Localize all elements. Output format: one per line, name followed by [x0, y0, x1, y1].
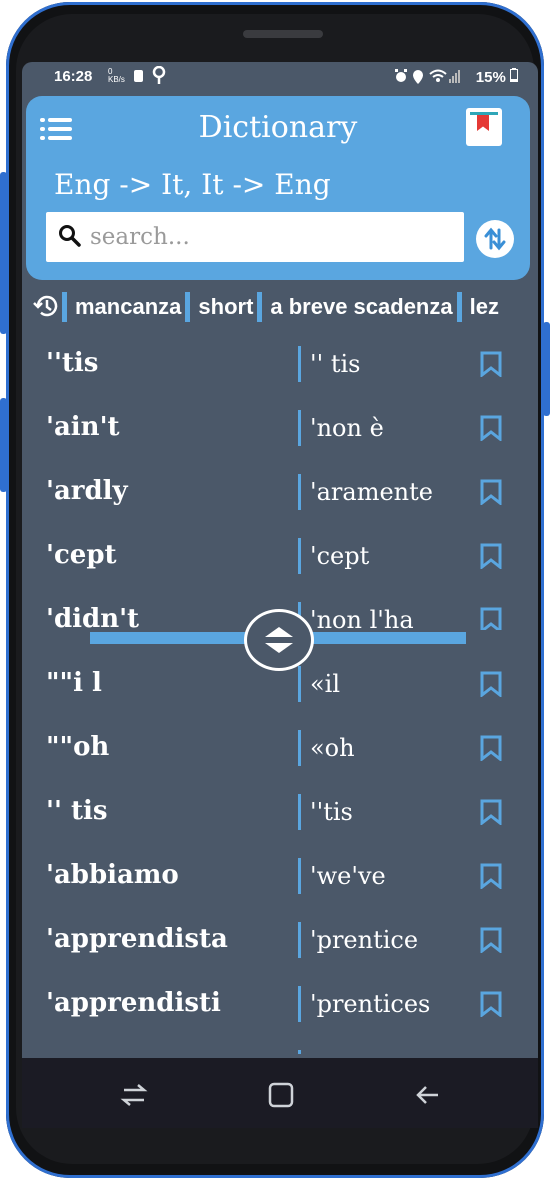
translation: 'non l'ha: [310, 606, 414, 630]
list-item[interactable]: ""oh «oh: [22, 718, 538, 782]
search-bar: [46, 212, 464, 262]
bookmark-icon[interactable]: [480, 863, 502, 889]
status-bar: 16:28 0 KB/s 15%: [22, 62, 538, 92]
translation: '' tis: [310, 350, 361, 378]
battery-level: 15%: [476, 68, 518, 86]
app-screen: 16:28 0 KB/s 15% Dictionary Eng -> It, I…: [22, 62, 538, 1128]
bixby-button: [0, 398, 7, 492]
home-icon[interactable]: [268, 1082, 294, 1108]
translation: «oh: [310, 734, 355, 762]
search-input[interactable]: [88, 220, 452, 254]
source-word: 'cept: [46, 540, 117, 570]
power-button: [543, 322, 550, 416]
list-item[interactable]: 'abbiamo 'we've: [22, 846, 538, 910]
list-item[interactable]: ''tis '' tis: [22, 334, 538, 398]
resize-handle-icon[interactable]: [244, 609, 314, 671]
page-title: Dictionary: [198, 110, 358, 145]
swap-languages-icon[interactable]: [476, 220, 514, 258]
translation: 'prentices: [310, 990, 431, 1018]
history-chip[interactable]: mancanza: [58, 292, 181, 322]
location-pin-icon: [152, 65, 166, 88]
source-word: 'abbiamo: [46, 860, 179, 890]
translation: 'prentice: [310, 926, 419, 954]
bookmark-icon[interactable]: [480, 351, 502, 377]
column-separator: [298, 794, 301, 830]
history-chip[interactable]: lez: [453, 292, 499, 322]
column-separator: [298, 346, 301, 382]
bookmark-icon[interactable]: [480, 991, 502, 1017]
column-separator: [298, 410, 301, 446]
column-separator: [298, 474, 301, 510]
source-word: ''tis: [46, 348, 99, 378]
bookmark-icon[interactable]: [480, 735, 502, 761]
source-word: ""oh: [46, 732, 110, 762]
battery-icon: [510, 68, 518, 82]
back-icon[interactable]: [414, 1082, 440, 1108]
lock-icon: [134, 70, 143, 82]
source-word: '' tis: [46, 796, 108, 826]
history-icon[interactable]: [32, 292, 60, 320]
bookmark-icon[interactable]: [480, 671, 502, 697]
app-header: Dictionary Eng -> It, It -> Eng: [26, 96, 530, 280]
bookmark-icon[interactable]: [480, 543, 502, 569]
bookmark-icon[interactable]: [480, 799, 502, 825]
source-word: 'ardly: [46, 476, 128, 506]
bookmark-icon[interactable]: [480, 415, 502, 441]
column-separator: [298, 730, 301, 766]
translation: 'non è: [310, 414, 384, 442]
history-chip[interactable]: a breve scadenza: [253, 292, 453, 322]
bookmark-icon[interactable]: [480, 479, 502, 505]
translation: 'aramente: [310, 478, 433, 506]
volume-button: [0, 172, 7, 334]
translation: 'cept: [310, 542, 370, 570]
column-separator: [298, 922, 301, 958]
language-direction: Eng -> It, It -> Eng: [54, 168, 331, 201]
column-separator: [298, 666, 301, 702]
column-separator: [298, 858, 301, 894]
history-chip[interactable]: short: [181, 292, 253, 322]
source-word: 'didn't: [46, 604, 140, 630]
translation: 'we've: [310, 862, 386, 890]
source-word: 'apprendisti: [46, 988, 221, 1018]
translation: «il: [310, 670, 341, 698]
net-speed: 0 KB/s: [108, 67, 125, 84]
bookmark-icon[interactable]: [480, 607, 502, 630]
list-item[interactable]: 'apprendista 'prentice: [22, 910, 538, 974]
source-word: ""i l: [46, 668, 102, 698]
column-separator: [298, 538, 301, 574]
list-item[interactable]: 'ain't 'non è: [22, 398, 538, 462]
source-word: 'apprendista: [46, 924, 228, 954]
column-separator: [298, 986, 301, 1022]
list-item[interactable]: 'cept 'cept: [22, 526, 538, 590]
status-icons: [394, 68, 464, 87]
list-item[interactable]: 'ardly 'aramente: [22, 462, 538, 526]
battery-percent: 15%: [475, 69, 506, 86]
status-time: 16:28: [54, 68, 93, 85]
bookmark-icon[interactable]: [480, 927, 502, 953]
list-item[interactable]: 'apprendisti 'prentices: [22, 974, 538, 1038]
recents-icon[interactable]: [120, 1082, 148, 1108]
column-separator: [298, 1050, 301, 1054]
history-strip: mancanza short a breve scadenza lez: [22, 288, 538, 324]
bookmark-book-icon[interactable]: [466, 108, 502, 146]
list-item[interactable]: '' tis ''tis: [22, 782, 538, 846]
system-nav-bar: [22, 1058, 538, 1128]
list-item-partial: [22, 1038, 538, 1054]
source-word: 'ain't: [46, 412, 120, 442]
search-icon: [59, 225, 81, 247]
phone-speaker: [243, 30, 323, 38]
translation: ''tis: [310, 798, 353, 826]
